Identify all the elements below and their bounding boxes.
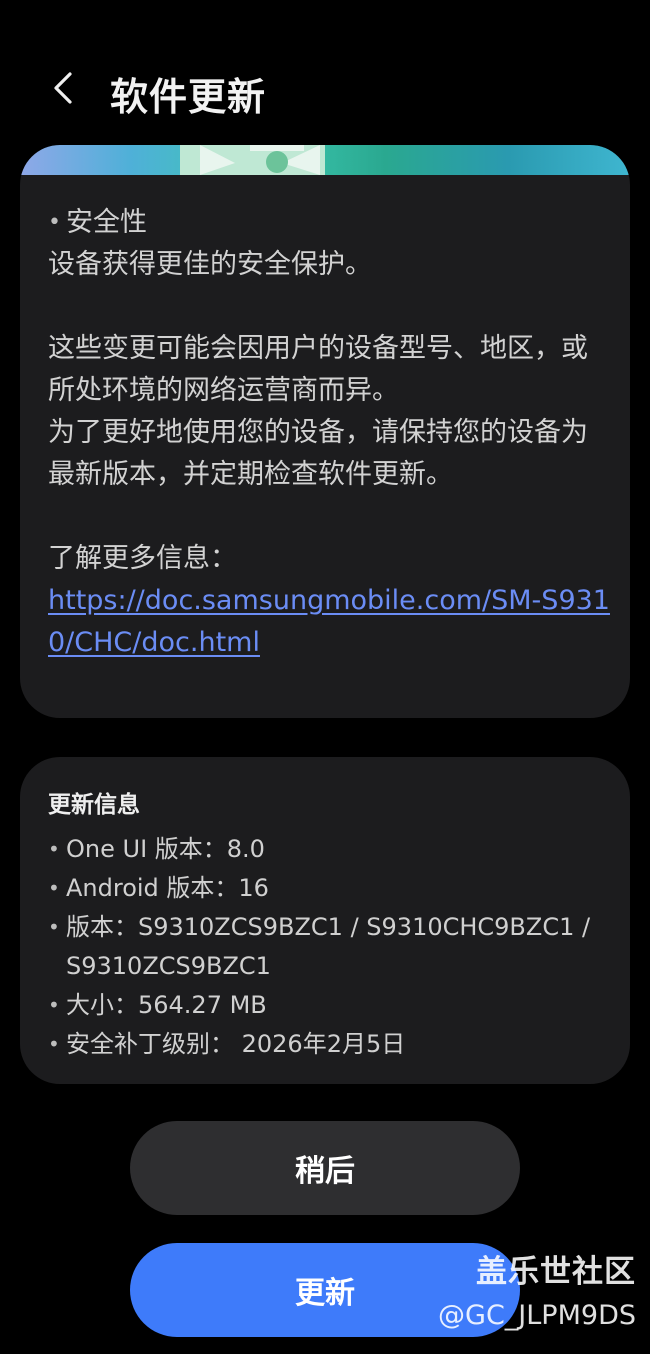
info-text: One UI 版本：8.0 (66, 835, 265, 863)
security-heading-text: 安全性 (66, 207, 147, 238)
bullet-icon: • (48, 993, 60, 1017)
page-title: 软件更新 (110, 75, 267, 119)
feature-banner-image (20, 145, 630, 175)
info-text: Android 版本：16 (66, 874, 269, 902)
watermark: 盖乐世社区 @GC_JLPM9DS (438, 1252, 636, 1334)
security-heading: • 安全性 (48, 202, 610, 244)
info-item-build-version: • 版本：S9310ZCS9BZC1 / S9310CHC9BZC1 / S93… (48, 908, 610, 986)
update-info-list: • One UI 版本：8.0 • Android 版本：16 • 版本：S93… (48, 830, 610, 1064)
bullet-icon: • (48, 1032, 60, 1056)
bullet-icon: • (48, 210, 61, 235)
advice-text: 为了更好地使用您的设备，请保持您的设备为最新版本，并定期检查软件更新。 (48, 417, 588, 490)
watermark-username: @GC_JLPM9DS (438, 1300, 636, 1331)
chevron-left-icon (54, 72, 72, 104)
bullet-icon: • (48, 837, 60, 861)
info-text: 安全补丁级别： 2026年2月5日 (66, 1030, 406, 1058)
later-button[interactable]: 稍后 (130, 1121, 520, 1215)
info-text: 大小：564.27 MB (66, 991, 267, 1019)
security-text: 设备获得更佳的安全保护。 (48, 249, 372, 280)
release-notes-card[interactable]: • 安全性 设备获得更佳的安全保护。 这些变更可能会因用户的设备型号、地区，或所… (20, 145, 630, 718)
release-notes-link[interactable]: https://doc.samsungmobile.com/SM-S9310/C… (48, 585, 610, 658)
back-button[interactable] (40, 64, 88, 112)
info-text: 版本：S9310ZCS9BZC1 / S9310CHC9BZC1 / S9310… (66, 913, 591, 980)
update-info-title: 更新信息 (48, 792, 140, 818)
info-item-size: • 大小：564.27 MB (48, 986, 610, 1025)
bullet-icon: • (48, 876, 60, 900)
more-info-label: 了解更多信息： (48, 543, 237, 574)
watermark-community-name: 盖乐世社区 (476, 1254, 636, 1290)
info-item-security-patch: • 安全补丁级别： 2026年2月5日 (48, 1025, 610, 1064)
disclaimer-text: 这些变更可能会因用户的设备型号、地区，或所处环境的网络运营商而异。 (48, 333, 588, 406)
info-item-android-version: • Android 版本：16 (48, 869, 610, 908)
app-header: 软件更新 (0, 58, 650, 122)
update-info-card: 更新信息 • One UI 版本：8.0 • Android 版本：16 • 版… (20, 757, 630, 1084)
release-notes-body: • 安全性 设备获得更佳的安全保护。 这些变更可能会因用户的设备型号、地区，或所… (48, 202, 610, 664)
info-item-ui-version: • One UI 版本：8.0 (48, 830, 610, 869)
bullet-icon: • (48, 915, 60, 939)
